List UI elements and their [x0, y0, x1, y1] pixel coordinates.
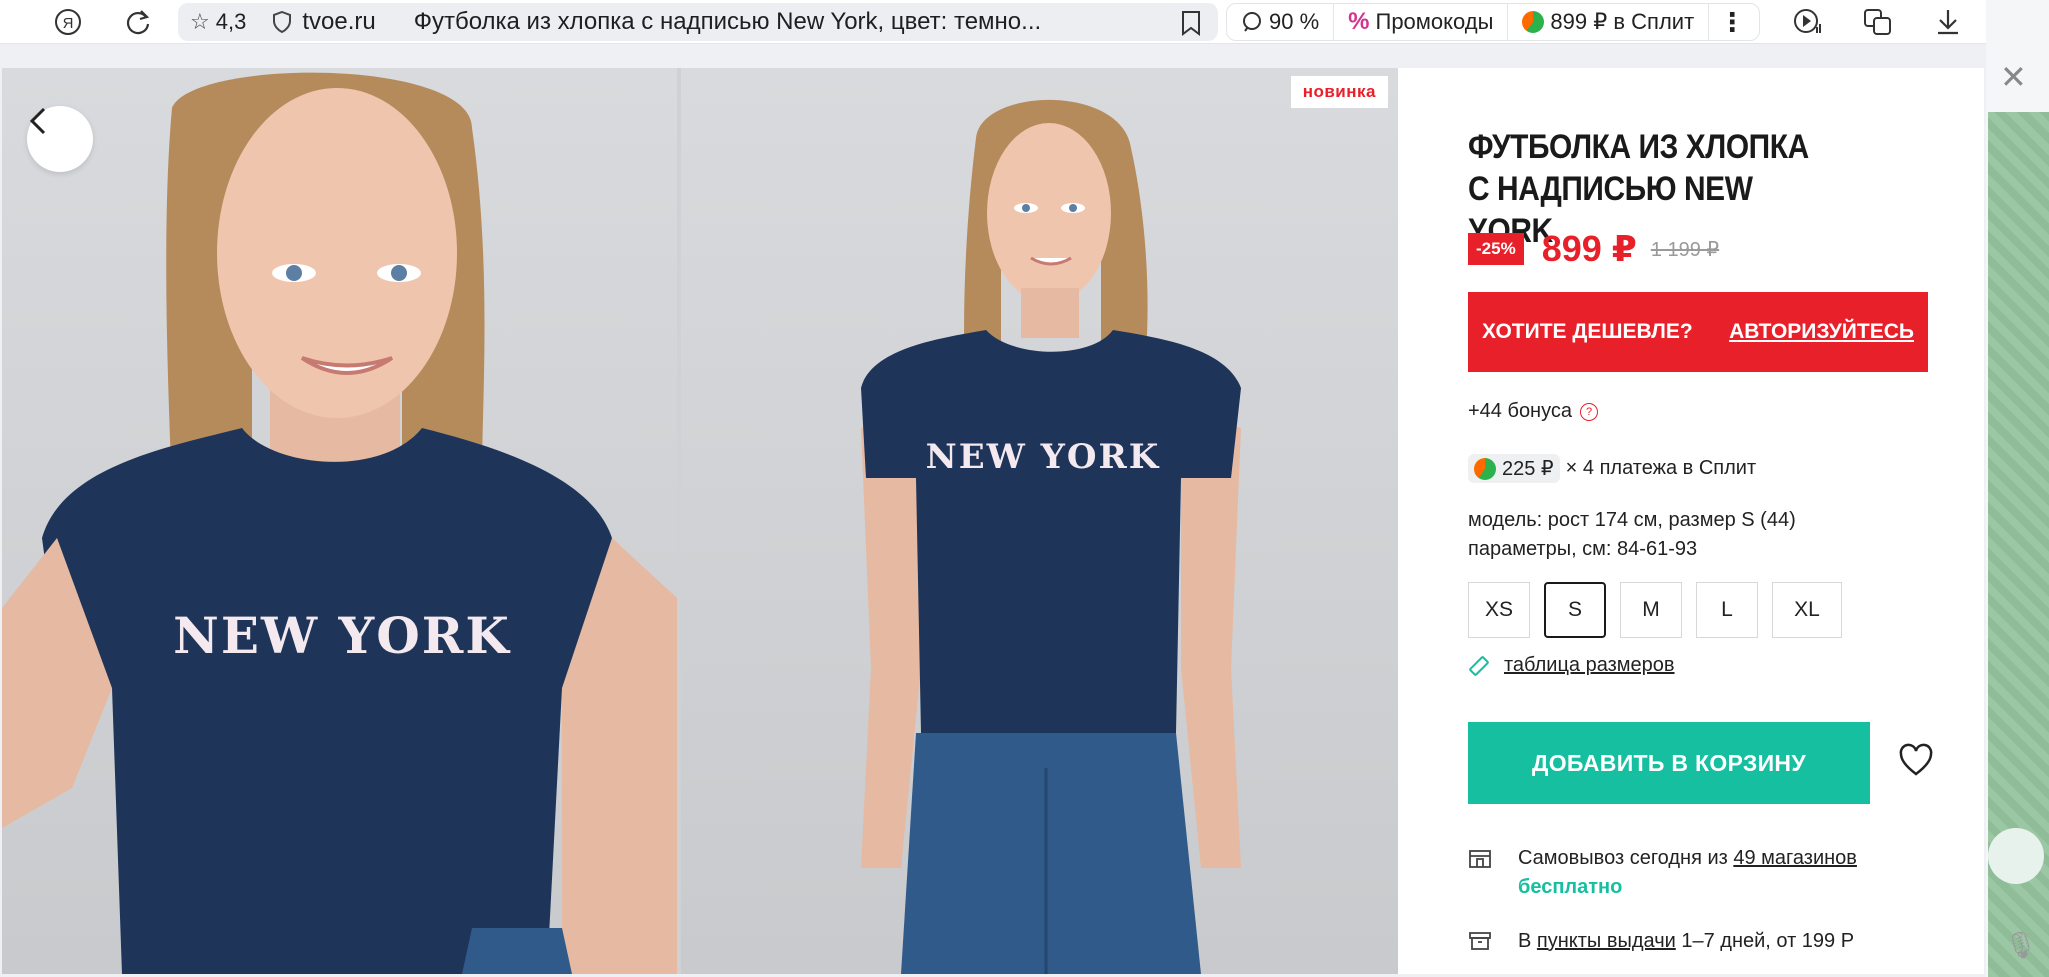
split-icon — [1522, 11, 1545, 33]
pickup-points-link[interactable]: пункты выдачи — [1537, 930, 1676, 952]
download-icon[interactable] — [1930, 4, 1966, 40]
pickup-stores-link[interactable]: 49 магазинов — [1733, 847, 1857, 869]
chevron-left-icon — [29, 107, 46, 135]
promo-codes-button[interactable]: % Промокоды — [1334, 4, 1509, 40]
reload-icon[interactable] — [120, 4, 156, 40]
shirt-print-closeup: NEW YORK — [173, 606, 511, 665]
zoom-level: 90 % — [1269, 9, 1320, 34]
pickup-free-label: бесплатно — [1518, 876, 1623, 898]
product-details-panel: Футболка из хлопка с надписью New York -… — [1398, 68, 1984, 974]
zoom-icon — [1243, 12, 1261, 32]
size-option-xl[interactable]: XL — [1772, 582, 1842, 638]
zoom-control[interactable]: 90 % — [1227, 4, 1335, 40]
percent-icon: % — [1348, 8, 1370, 35]
split-label: 899 ₽ в Сплит — [1550, 9, 1695, 34]
size-table-label: таблица размеров — [1504, 654, 1675, 676]
back-button[interactable] — [27, 106, 93, 172]
pickup-points-info: В пункты выдачи 1–7 дней, от 199 Р — [1468, 930, 1854, 953]
size-option-s[interactable]: S — [1544, 582, 1606, 638]
old-price: 1 199 ₽ — [1650, 238, 1720, 261]
ruler-icon — [1469, 655, 1489, 676]
discount-badge: -25% — [1468, 233, 1524, 265]
bonus-info: +44 бонуса ? — [1468, 400, 1599, 423]
split-amount: 225 ₽ — [1502, 458, 1554, 480]
shirt-print-full: NEW YORK — [926, 437, 1161, 477]
split-amount-chip: 225 ₽ — [1468, 454, 1560, 483]
shield-icon[interactable] — [272, 11, 292, 33]
size-option-xs[interactable]: XS — [1468, 582, 1530, 638]
price-row: -25% 899 ₽ 1 199 ₽ — [1468, 228, 1719, 270]
size-option-m[interactable]: M — [1620, 582, 1682, 638]
pickup-info: Самовывоз сегодня из 49 магазинов беспла… — [1468, 844, 1857, 902]
login-link[interactable]: АВТОРИЗУЙТЕСЬ — [1729, 320, 1914, 344]
site-domain: tvoe.ru — [302, 8, 376, 35]
close-icon[interactable]: ✕ — [2000, 58, 2027, 96]
address-bar[interactable]: ☆ 4,3 tvoe.ru Футболка из хлопка с надпи… — [178, 3, 1218, 41]
current-price: 899 ₽ — [1541, 228, 1637, 269]
pickup-prefix: Самовывоз сегодня из — [1518, 847, 1734, 869]
login-promo-button[interactable]: ХОТИТЕ ДЕШЕВЛЕ? АВТОРИЗУЙТЕСЬ — [1468, 292, 1928, 372]
extensions-bar: 90 % % Промокоды 899 ₽ в Сплит ⋮ — [1226, 3, 1760, 41]
bookmark-icon[interactable] — [1180, 10, 1202, 36]
box-icon — [1469, 932, 1491, 950]
browser-toolbar: Я ☆ 4,3 tvoe.ru Футболка из хлопка с над… — [0, 0, 1988, 44]
promo-codes-label: Промокоды — [1375, 9, 1494, 34]
size-selector: XS S M L XL — [1468, 582, 1842, 638]
more-menu-icon[interactable]: ⋮ — [1709, 4, 1755, 40]
model-height: модель: рост 174 см, размер S (44) — [1468, 509, 1796, 531]
model-params: параметры, см: 84-61-93 — [1468, 538, 1698, 560]
microphone-icon[interactable]: 🎙 — [2004, 930, 2037, 961]
bonus-info-icon[interactable]: ? — [1580, 402, 1599, 421]
split-button[interactable]: 899 ₽ в Сплит — [1508, 4, 1710, 40]
split-payment-text: × 4 платежа в Сплит — [1565, 457, 1757, 479]
size-option-l[interactable]: L — [1696, 582, 1758, 638]
product-photo-closeup[interactable]: NEW YORK — [2, 68, 677, 974]
points-suffix: 1–7 дней, от 199 Р — [1675, 930, 1855, 952]
yandex-icon[interactable]: Я — [50, 4, 86, 40]
points-prefix: В — [1518, 930, 1537, 952]
product-photo-full[interactable]: NEW YORK новинка — [681, 68, 1398, 974]
promo-cheaper-label: ХОТИТЕ ДЕШЕВЛЕ? — [1482, 320, 1693, 343]
size-table-link[interactable]: таблица размеров — [1468, 654, 1675, 677]
page-title: Футболка из хлопка с надписью New York, … — [413, 8, 1042, 35]
bonus-label: +44 бонуса — [1468, 400, 1573, 422]
store-icon — [1469, 850, 1491, 868]
site-rating: 4,3 — [215, 9, 247, 34]
media-player-icon[interactable] — [1790, 4, 1826, 40]
heart-icon[interactable] — [1898, 743, 1934, 779]
new-badge: новинка — [1290, 76, 1388, 108]
svg-text:Я: Я — [63, 15, 74, 32]
side-panel-bubble[interactable] — [1988, 828, 2044, 884]
star-icon: ☆ — [190, 9, 210, 34]
add-to-cart-button[interactable]: ДОБАВИТЬ В КОРЗИНУ — [1468, 722, 1870, 804]
translate-icon[interactable] — [1860, 4, 1896, 40]
product-gallery[interactable]: NEW YORK NEW YORK новинка — [2, 68, 1398, 974]
split-icon — [1474, 457, 1496, 480]
split-payment-info[interactable]: 225 ₽ × 4 платежа в Сплит — [1468, 454, 1756, 483]
model-info: модель: рост 174 см, размер S (44) парам… — [1468, 506, 1796, 564]
